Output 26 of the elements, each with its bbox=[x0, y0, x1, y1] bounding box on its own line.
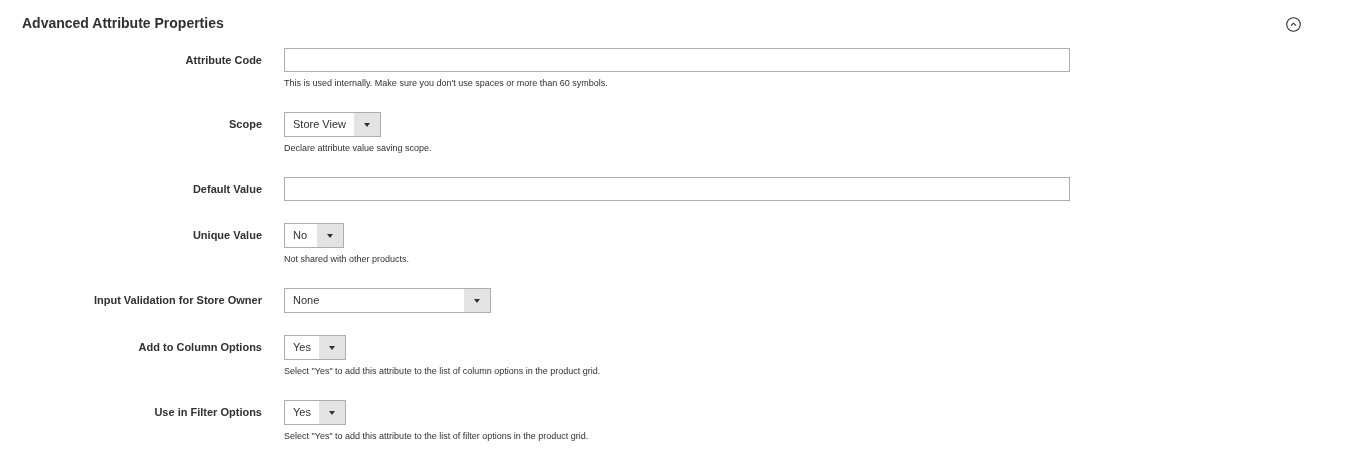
caret-icon bbox=[327, 233, 333, 238]
field-note: Select "Yes" to add this attribute to the list of column options in the product grid. bbox=[284, 365, 601, 378]
select-dropdown[interactable]: No bbox=[284, 223, 344, 248]
text-field[interactable] bbox=[284, 48, 1070, 72]
caret-icon bbox=[328, 410, 335, 415]
select-dropdown[interactable]: Yes bbox=[284, 335, 346, 360]
field-label: Scope bbox=[228, 117, 262, 132]
field-label: Attribute Code bbox=[184, 53, 262, 68]
section-title: Advanced Attribute Properties bbox=[22, 14, 224, 32]
field-label: Add to Column Options bbox=[137, 340, 262, 355]
field-label: Input Validation for Store Owner bbox=[92, 293, 262, 308]
collapse-icon[interactable] bbox=[1286, 17, 1301, 32]
caret-icon bbox=[364, 122, 370, 127]
field-label: Unique Value bbox=[191, 228, 262, 243]
field-note: Declare attribute value saving scope. bbox=[284, 142, 432, 155]
caret-icon bbox=[474, 298, 480, 303]
field-label: Use in Filter Options bbox=[153, 405, 262, 420]
select-dropdown[interactable]: None bbox=[284, 288, 491, 313]
field-note: This is used internally. Make sure you don't use spaces or more than 60 symbols. bbox=[284, 77, 608, 90]
select-dropdown[interactable]: Yes bbox=[284, 400, 346, 425]
field-note: Select "Yes" to add this attribute to the list of filter options in the product grid. bbox=[284, 430, 589, 443]
text-field[interactable] bbox=[284, 177, 1070, 201]
select-dropdown[interactable]: Store View bbox=[284, 112, 381, 137]
field-label: Default Value bbox=[191, 182, 262, 197]
field-note: Not shared with other products. bbox=[284, 253, 410, 266]
caret-icon bbox=[328, 345, 335, 350]
